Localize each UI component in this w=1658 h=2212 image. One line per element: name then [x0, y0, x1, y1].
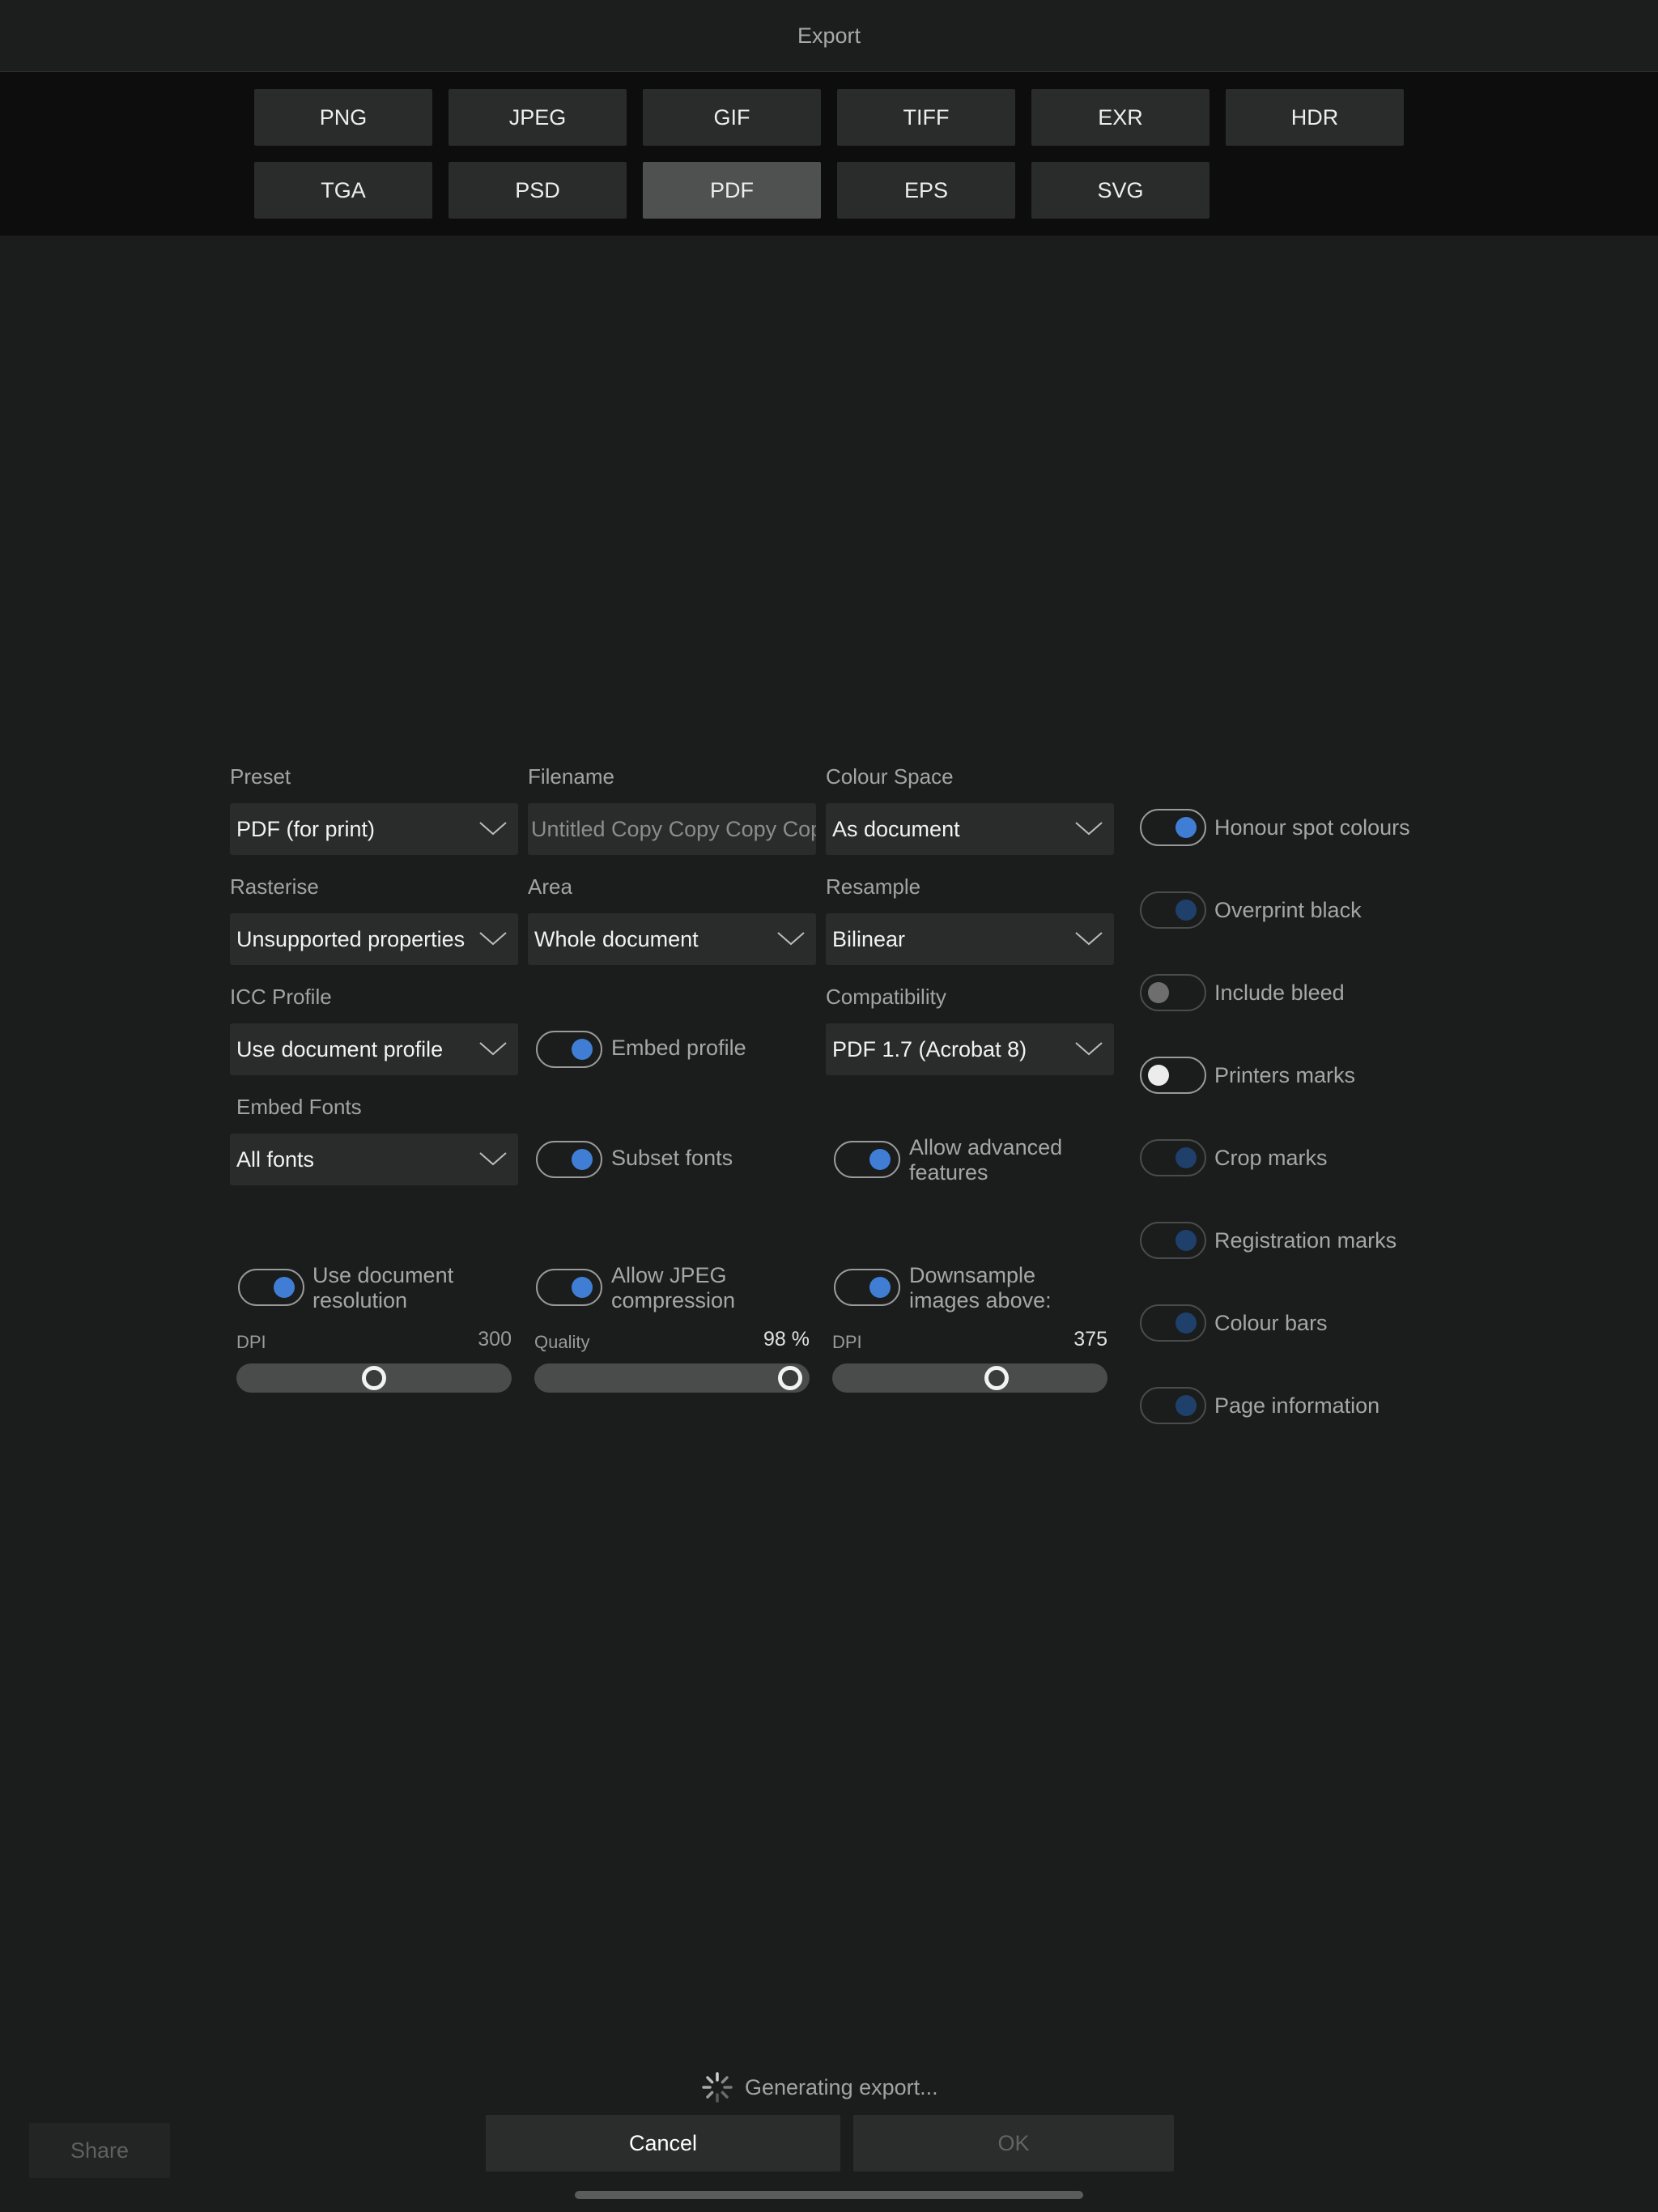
dpi-value: 300 — [478, 1328, 512, 1351]
downsample-toggle[interactable] — [834, 1269, 900, 1306]
format-svg-button[interactable]: SVG — [1031, 162, 1209, 219]
honour-spot-colours-toggle[interactable] — [1140, 809, 1206, 846]
honour-spot-colours-label: Honour spot colours — [1214, 815, 1410, 840]
icc-profile-label: ICC Profile — [230, 985, 332, 1009]
subset-fonts-toggle[interactable] — [536, 1141, 602, 1178]
export-dialog: Export PNG JPEG GIF TIFF EXR HDR TGA PSD… — [0, 0, 1658, 2212]
format-psd-button[interactable]: PSD — [449, 162, 627, 219]
embed-fonts-dropdown[interactable]: All fonts — [230, 1134, 518, 1185]
overprint-black-toggle[interactable] — [1140, 891, 1206, 929]
export-status: Generating export... — [701, 2071, 938, 2104]
downsample-label: Downsample images above: — [909, 1263, 1052, 1312]
resample-dropdown[interactable]: Bilinear — [826, 913, 1114, 965]
use-document-resolution-label: Use document resolution — [312, 1263, 454, 1312]
rasterise-value: Unsupported properties — [236, 926, 466, 951]
preset-value: PDF (for print) — [236, 816, 376, 841]
quality-slider-thumb[interactable] — [777, 1366, 802, 1390]
dpi-slider-thumb[interactable] — [362, 1366, 386, 1390]
colour-bars-toggle[interactable] — [1140, 1304, 1206, 1342]
format-gif-button[interactable]: GIF — [643, 89, 821, 146]
compatibility-dropdown[interactable]: PDF 1.7 (Acrobat 8) — [826, 1023, 1114, 1075]
embed-profile-toggle[interactable] — [536, 1031, 602, 1068]
compatibility-label: Compatibility — [826, 985, 946, 1009]
resample-label: Resample — [826, 874, 921, 899]
format-jpeg-button[interactable]: JPEG — [449, 89, 627, 146]
format-png-button[interactable]: PNG — [254, 89, 432, 146]
area-label: Area — [528, 874, 572, 899]
chevron-down-icon — [1075, 822, 1103, 836]
downsample-dpi-label: DPI — [832, 1332, 862, 1352]
crop-marks-label: Crop marks — [1214, 1146, 1328, 1170]
status-text: Generating export... — [745, 2074, 938, 2099]
icc-profile-value: Use document profile — [236, 1036, 444, 1061]
colour-space-dropdown[interactable]: As document — [826, 803, 1114, 855]
allow-jpeg-label: Allow JPEG compression — [611, 1263, 736, 1312]
embed-profile-label: Embed profile — [611, 1036, 746, 1060]
printers-marks-toggle[interactable] — [1140, 1057, 1206, 1094]
include-bleed-toggle[interactable] — [1140, 974, 1206, 1011]
chevron-down-icon — [479, 932, 507, 946]
colour-space-value: As document — [832, 816, 960, 841]
format-bar: PNG JPEG GIF TIFF EXR HDR TGA PSD PDF EP… — [0, 72, 1658, 236]
filename-field[interactable] — [528, 803, 816, 855]
ok-button[interactable]: OK — [853, 2115, 1174, 2172]
dialog-title: Export — [797, 23, 861, 48]
area-dropdown[interactable]: Whole document — [528, 913, 816, 965]
dpi-label: DPI — [236, 1332, 266, 1352]
quality-label: Quality — [534, 1332, 590, 1352]
filename-label: Filename — [528, 764, 614, 789]
compatibility-value: PDF 1.7 (Acrobat 8) — [832, 1036, 1027, 1061]
format-hdr-button[interactable]: HDR — [1226, 89, 1404, 146]
downsample-slider[interactable] — [832, 1363, 1107, 1393]
allow-advanced-label: Allow advanced features — [909, 1135, 1063, 1185]
home-indicator[interactable] — [575, 2191, 1083, 2199]
format-eps-button[interactable]: EPS — [837, 162, 1015, 219]
rasterise-label: Rasterise — [230, 874, 319, 899]
chevron-down-icon — [479, 1152, 507, 1166]
filename-input[interactable] — [531, 816, 816, 842]
printers-marks-label: Printers marks — [1214, 1063, 1356, 1087]
embed-fonts-value: All fonts — [236, 1146, 315, 1172]
page-information-label: Page information — [1214, 1393, 1380, 1418]
subset-fonts-label: Subset fonts — [611, 1146, 733, 1170]
downsample-dpi-value: 375 — [1073, 1328, 1107, 1351]
chevron-down-icon — [479, 1042, 507, 1056]
crop-marks-toggle[interactable] — [1140, 1139, 1206, 1176]
title-bar: Export — [0, 0, 1658, 72]
use-document-resolution-toggle[interactable] — [238, 1269, 304, 1306]
chevron-down-icon — [1075, 932, 1103, 946]
preset-label: Preset — [230, 764, 291, 789]
icc-profile-dropdown[interactable]: Use document profile — [230, 1023, 518, 1075]
chevron-down-icon — [777, 932, 805, 946]
colour-space-label: Colour Space — [826, 764, 954, 789]
registration-marks-toggle[interactable] — [1140, 1222, 1206, 1259]
area-value: Whole document — [534, 926, 699, 951]
embed-fonts-label: Embed Fonts — [236, 1095, 362, 1119]
chevron-down-icon — [479, 822, 507, 836]
resample-value: Bilinear — [832, 926, 906, 951]
spinner-icon — [702, 2072, 733, 2103]
chevron-down-icon — [1075, 1042, 1103, 1056]
share-button[interactable]: Share — [29, 2123, 170, 2178]
rasterise-dropdown[interactable]: Unsupported properties — [230, 913, 518, 965]
include-bleed-label: Include bleed — [1214, 981, 1345, 1005]
colour-bars-label: Colour bars — [1214, 1311, 1328, 1335]
preset-dropdown[interactable]: PDF (for print) — [230, 803, 518, 855]
allow-advanced-toggle[interactable] — [834, 1141, 900, 1178]
quality-value: 98 % — [763, 1328, 810, 1351]
quality-slider[interactable] — [534, 1363, 810, 1393]
dpi-slider[interactable] — [236, 1363, 512, 1393]
format-tiff-button[interactable]: TIFF — [837, 89, 1015, 146]
format-exr-button[interactable]: EXR — [1031, 89, 1209, 146]
page-information-toggle[interactable] — [1140, 1387, 1206, 1424]
overprint-black-label: Overprint black — [1214, 898, 1362, 922]
downsample-slider-thumb[interactable] — [984, 1366, 1010, 1390]
registration-marks-label: Registration marks — [1214, 1228, 1397, 1253]
format-pdf-button[interactable]: PDF — [643, 162, 821, 219]
allow-jpeg-toggle[interactable] — [536, 1269, 602, 1306]
cancel-button[interactable]: Cancel — [486, 2115, 840, 2172]
format-tga-button[interactable]: TGA — [254, 162, 432, 219]
